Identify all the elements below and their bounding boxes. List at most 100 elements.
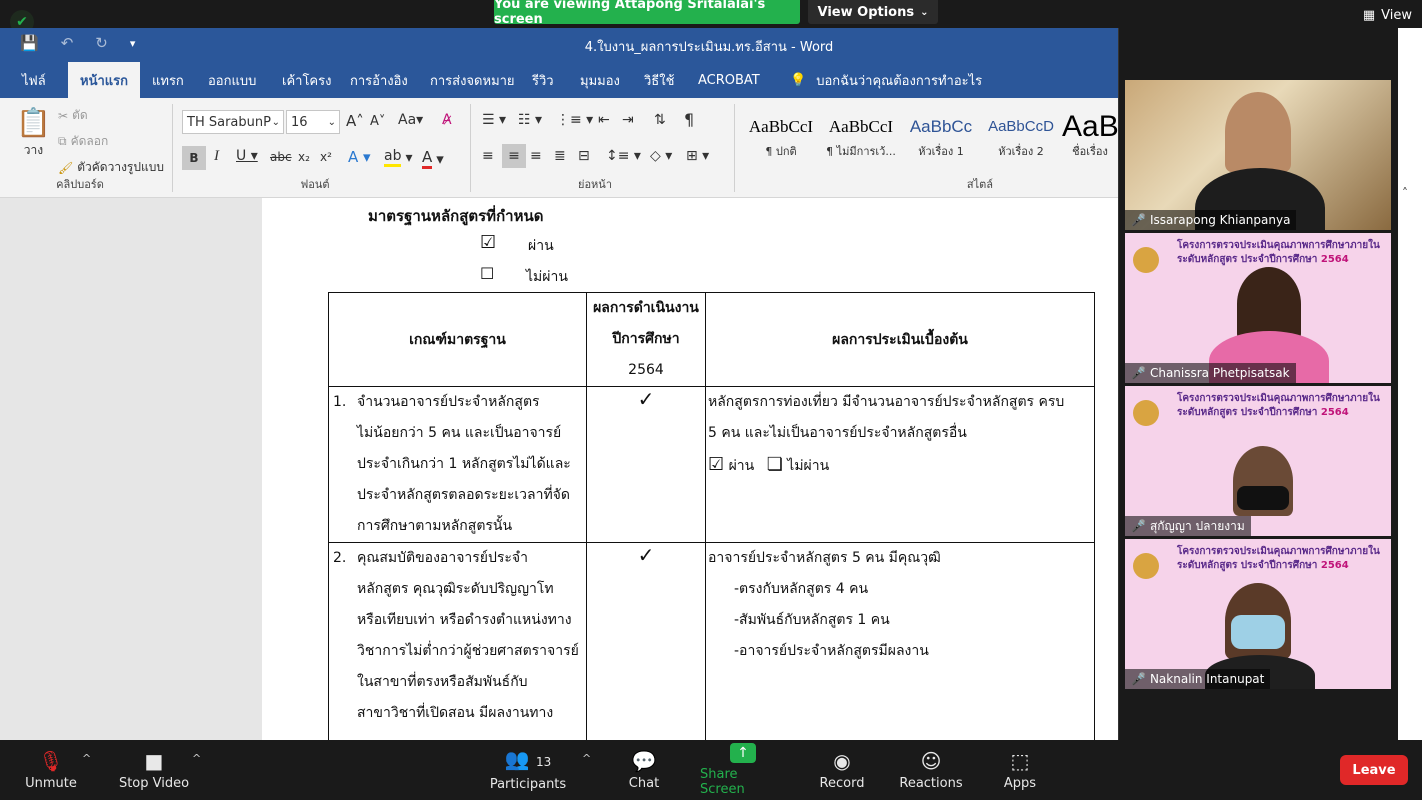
align-left-button[interactable]: ≡ bbox=[482, 148, 494, 164]
muted-mic-icon: 🎤 bbox=[1131, 672, 1146, 686]
paintbrush-icon: 🖌 bbox=[58, 160, 74, 175]
video-options-chevron-icon[interactable]: ^ bbox=[192, 752, 201, 765]
tab-design[interactable]: ออกแบบ bbox=[196, 62, 268, 98]
university-seal-icon bbox=[1133, 247, 1159, 273]
tab-file[interactable]: ไฟล์ bbox=[10, 62, 58, 98]
numbering-button[interactable]: ☷ ▾ bbox=[518, 112, 542, 128]
table-header-row: เกณฑ์มาตรฐาน ผลการดำเนินงาน ปีการศึกษา 2… bbox=[328, 292, 1095, 387]
highlight-button[interactable]: ab ▾ bbox=[384, 148, 413, 167]
document-page[interactable]: มาตรฐานหลักสูตรที่กำหนด ☑ ผ่าน ☐ ไม่ผ่าน… bbox=[262, 198, 1118, 740]
bold-button[interactable]: B bbox=[182, 146, 206, 170]
font-size-select[interactable]: 16 ⌄ bbox=[286, 110, 340, 134]
reactions-button[interactable]: ☺ Reactions bbox=[898, 740, 964, 800]
audio-options-chevron-icon[interactable]: ^ bbox=[82, 752, 91, 765]
video-tile[interactable]: โครงการตรวจประเมินคุณภาพการศึกษาภายใน ระ… bbox=[1125, 233, 1391, 383]
shading-button[interactable]: ◇ ▾ bbox=[650, 148, 672, 164]
style-heading-1[interactable]: AaBbCc หัวเรื่อง 1 bbox=[902, 112, 980, 166]
video-tile[interactable]: โครงการตรวจประเมินคุณภาพการศึกษาภายใน ระ… bbox=[1125, 539, 1391, 689]
header-criteria: เกณฑ์มาตรฐาน bbox=[328, 292, 587, 387]
tab-view[interactable]: มุมมอง bbox=[568, 62, 632, 98]
tab-help[interactable]: วิธีใช้ bbox=[632, 62, 686, 98]
style-title[interactable]: AaB ชื่อเรื่อง bbox=[1062, 112, 1118, 166]
view-button[interactable]: ▦ View bbox=[1363, 8, 1412, 23]
participants-options-chevron-icon[interactable]: ^ bbox=[582, 752, 591, 765]
strikethrough-button[interactable]: abc bbox=[270, 150, 292, 164]
tab-acrobat[interactable]: ACROBAT bbox=[686, 62, 772, 98]
record-button[interactable]: ◉ Record bbox=[814, 740, 870, 800]
tab-layout[interactable]: เค้าโครง bbox=[270, 62, 343, 98]
chat-button[interactable]: 💬 Chat bbox=[618, 740, 670, 800]
justify-button[interactable]: ≣ bbox=[554, 148, 566, 164]
cut-button[interactable]: ✂ ตัด bbox=[58, 106, 88, 125]
fail-label: ไม่ผ่าน bbox=[787, 458, 830, 474]
sort-button[interactable]: ⇅ bbox=[654, 112, 666, 128]
bullets-button[interactable]: ☰ ▾ bbox=[482, 112, 506, 128]
multilevel-list-button[interactable]: ⋮≡ ▾ bbox=[556, 112, 593, 128]
clipboard-group-label: คลิปบอร์ด bbox=[56, 178, 104, 191]
criteria-cell: 1. จำนวนอาจารย์ประจำหลักสูตร ไม่น้อยกว่า… bbox=[328, 386, 587, 543]
result-line: -ตรงกับหลักสูตร 4 คน bbox=[734, 581, 869, 597]
apps-button[interactable]: ⬚ Apps bbox=[996, 740, 1044, 800]
tab-references[interactable]: การอ้างอิง bbox=[338, 62, 420, 98]
record-label: Record bbox=[819, 775, 865, 791]
align-center-icon: ≡ bbox=[508, 148, 520, 164]
unmute-button[interactable]: 🎙 Unmute bbox=[22, 740, 80, 800]
tab-mailings[interactable]: การส่งจดหมาย bbox=[418, 62, 527, 98]
share-screen-button[interactable]: ↑ Share Screen bbox=[700, 740, 786, 800]
criteria-text: จำนวนอาจารย์ประจำหลักสูตร ไม่น้อยกว่า 5 … bbox=[357, 387, 571, 542]
leave-button[interactable]: Leave bbox=[1340, 755, 1408, 785]
borders-button[interactable]: ⊞ ▾ bbox=[686, 148, 709, 164]
criteria-line: หรือเทียบเท่า หรือดำรงตำแหน่งทาง bbox=[357, 612, 572, 628]
view-options-button[interactable]: View Options ⌄ bbox=[808, 0, 938, 24]
participants-button[interactable]: 👥 13 Participants bbox=[488, 740, 568, 800]
text-effects-button[interactable]: A ▾ bbox=[348, 148, 371, 166]
collapse-ribbon-icon[interactable]: ˄ bbox=[1402, 186, 1408, 200]
change-case-button[interactable]: Aa▾ bbox=[398, 112, 423, 128]
style-heading-2[interactable]: AaBbCcD หัวเรื่อง 2 bbox=[982, 112, 1060, 166]
university-seal-icon bbox=[1133, 400, 1159, 426]
distributed-button[interactable]: ⊟ bbox=[578, 148, 590, 164]
video-tile[interactable]: 🎤 Issarapong Khianpanya bbox=[1125, 80, 1391, 230]
align-center-button[interactable]: ≡ bbox=[502, 144, 526, 168]
underline-icon: U ▾ bbox=[236, 148, 258, 164]
font-color-button[interactable]: A ▾ bbox=[422, 148, 444, 169]
tell-me-box[interactable]: 💡 บอกฉันว่าคุณต้องการทำอะไร bbox=[778, 62, 994, 98]
view-label: View bbox=[1381, 8, 1412, 23]
italic-icon: I bbox=[214, 148, 219, 164]
muted-mic-icon: 🎤 bbox=[1131, 213, 1146, 227]
underline-button[interactable]: U ▾ bbox=[236, 148, 258, 164]
participant-video bbox=[1237, 486, 1289, 510]
stop-video-button[interactable]: ■ Stop Video bbox=[116, 740, 192, 800]
share-screen-icon: ↑ bbox=[730, 743, 756, 763]
align-right-button[interactable]: ≡ bbox=[530, 148, 542, 164]
italic-button[interactable]: I bbox=[214, 148, 219, 165]
increase-indent-button[interactable]: ⇥ bbox=[622, 112, 634, 128]
tab-home[interactable]: หน้าแรก bbox=[68, 62, 140, 98]
shrink-font-button[interactable]: A˅ bbox=[370, 114, 385, 129]
divider bbox=[172, 104, 173, 192]
participant-video bbox=[1225, 92, 1291, 172]
superscript-button[interactable]: x² bbox=[320, 150, 332, 164]
line-spacing-icon: ↕≡ ▾ bbox=[606, 148, 641, 164]
clear-formatting-button[interactable]: A̷ bbox=[442, 112, 452, 128]
style-no-spacing[interactable]: AaBbCcI ¶ ไม่มีการเว้... bbox=[822, 112, 900, 166]
participant-name-tag: 🎤 Chanissra Phetpisatsak bbox=[1125, 363, 1296, 383]
font-name-select[interactable]: TH SarabunP ⌄ bbox=[182, 110, 284, 134]
result-line: 5 คน และไม่เป็นอาจารย์ประจำหลักสูตรอื่น bbox=[708, 425, 967, 441]
show-formatting-button[interactable]: ¶ bbox=[684, 110, 694, 129]
copy-button[interactable]: ⧉ คัดลอก bbox=[58, 132, 108, 151]
shrink-font-icon: A˅ bbox=[370, 114, 386, 129]
option-pass-label: ผ่าน bbox=[528, 238, 554, 254]
video-tile[interactable]: โครงการตรวจประเมินคุณภาพการศึกษาภายใน ระ… bbox=[1125, 386, 1391, 536]
checked-box-icon: ☑ bbox=[708, 454, 725, 475]
paste-button[interactable]: 📋 วาง bbox=[16, 106, 51, 160]
line-spacing-button[interactable]: ↕≡ ▾ bbox=[606, 148, 641, 164]
subscript-button[interactable]: x₂ bbox=[298, 150, 310, 164]
decrease-indent-button[interactable]: ⇤ bbox=[598, 112, 610, 128]
style-normal[interactable]: AaBbCcI ¶ ปกติ bbox=[742, 112, 820, 166]
grow-font-button[interactable]: A˄ bbox=[346, 112, 364, 130]
smiley-plus-icon: ☺ bbox=[920, 748, 942, 773]
tab-review[interactable]: รีวิว bbox=[520, 62, 566, 98]
tab-insert[interactable]: แทรก bbox=[140, 62, 196, 98]
standards-heading: มาตรฐานหลักสูตรที่กำหนด bbox=[368, 207, 544, 225]
